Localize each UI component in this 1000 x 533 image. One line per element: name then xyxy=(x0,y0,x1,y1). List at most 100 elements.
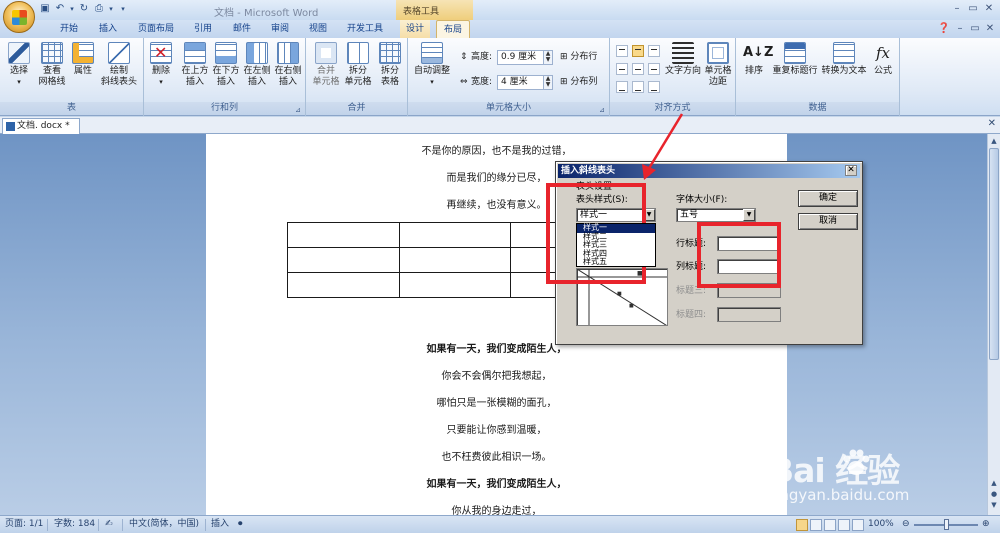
zoom-slider-thumb[interactable] xyxy=(944,519,949,530)
scroll-up-icon[interactable]: ▲ xyxy=(989,136,999,146)
browse-object-icon[interactable]: ● xyxy=(989,489,999,499)
font-size-combo[interactable]: 五号 ▼ xyxy=(676,208,756,222)
close-document-icon[interactable]: ✕ xyxy=(988,118,996,129)
title4-input[interactable] xyxy=(717,307,781,322)
table-cell[interactable] xyxy=(398,272,512,298)
width-spinner[interactable]: 4 厘米 ▲ ▼ xyxy=(497,75,553,90)
full-screen-reading-icon[interactable] xyxy=(810,519,822,531)
insert-right-button[interactable]: 在右侧 插入 xyxy=(273,42,303,88)
insert-below-button[interactable]: 在下方 插入 xyxy=(211,42,241,88)
properties-button[interactable]: 属性 xyxy=(70,42,96,77)
formula-button[interactable]: fx 公式 xyxy=(870,42,896,77)
table-cell[interactable] xyxy=(287,247,400,273)
tab-design[interactable]: 设计 xyxy=(400,20,430,38)
table-cell[interactable] xyxy=(398,247,512,273)
print-preview-dropdown-icon[interactable]: ▾ xyxy=(105,3,117,15)
dropdown-arrow-icon[interactable]: ▼ xyxy=(743,209,755,221)
text-line: 不是你的原因，也不是我的过错， xyxy=(421,146,572,157)
tab-references[interactable]: 引用 xyxy=(189,20,217,38)
insert-mode[interactable]: 插入 xyxy=(211,516,229,533)
macro-record-icon[interactable]: ⏺ xyxy=(238,516,243,533)
office-button[interactable] xyxy=(3,1,35,33)
ok-button[interactable]: 确定 xyxy=(798,190,858,207)
redo-icon[interactable]: ↻ xyxy=(78,3,90,15)
merge-cells-button[interactable]: 合并 单元格 xyxy=(310,42,342,88)
spinner-arrows-icon[interactable]: ▲ ▼ xyxy=(543,76,552,89)
convert-to-text-button[interactable]: 转换为文本 xyxy=(820,42,868,77)
height-label: 高度: xyxy=(471,52,493,62)
cancel-button[interactable]: 取消 xyxy=(798,213,858,230)
proofing-icon[interactable]: ✍ xyxy=(105,516,113,533)
spinner-arrows-icon[interactable]: ▲ ▼ xyxy=(543,51,552,64)
insert-left-button[interactable]: 在左侧 插入 xyxy=(242,42,272,88)
dialog-close-icon[interactable]: ✕ xyxy=(845,165,857,176)
table-cell[interactable] xyxy=(287,222,400,248)
align-middle-center-icon[interactable] xyxy=(632,63,644,75)
align-top-center-icon[interactable] xyxy=(632,45,644,57)
table-cell[interactable] xyxy=(287,272,400,298)
close-icon[interactable]: ✕ xyxy=(982,2,996,16)
sort-button[interactable]: A↓Z 排序 xyxy=(740,42,773,77)
print-layout-view-icon[interactable] xyxy=(796,519,808,531)
zoom-level[interactable]: 100% xyxy=(868,516,894,533)
minimize-icon[interactable]: – xyxy=(950,2,964,16)
previous-page-icon[interactable]: ▲ xyxy=(989,478,999,488)
outline-view-icon[interactable] xyxy=(838,519,850,531)
zoom-out-icon[interactable]: ⊖ xyxy=(902,516,910,533)
align-top-right-icon[interactable] xyxy=(648,45,660,57)
table-cell[interactable] xyxy=(398,222,512,248)
draw-diagonal-header-button[interactable]: 绘制 斜线表头 xyxy=(98,42,140,88)
web-layout-icon[interactable] xyxy=(824,519,836,531)
doc-close-icon[interactable]: ✕ xyxy=(983,22,997,36)
draft-view-icon[interactable] xyxy=(852,519,864,531)
dropdown-arrow-icon: ▾ xyxy=(17,78,21,86)
align-bottom-left-icon[interactable] xyxy=(616,81,628,93)
height-spinner[interactable]: 0.9 厘米 ▲ ▼ xyxy=(497,50,553,65)
select-button[interactable]: 选择 ▾ xyxy=(6,42,32,88)
insert-above-button[interactable]: 在上方 插入 xyxy=(180,42,210,88)
align-middle-left-icon[interactable] xyxy=(616,63,628,75)
language-indicator[interactable]: 中文(简体，中国) xyxy=(129,516,199,533)
distribute-columns-button[interactable]: ⊞ 分布列 xyxy=(560,75,597,89)
doc-minimize-icon[interactable]: – xyxy=(953,22,967,36)
zoom-in-icon[interactable]: ⊕ xyxy=(982,516,990,533)
delete-button[interactable]: 删除 ▾ xyxy=(148,42,174,88)
page-indicator[interactable]: 页面: 1/1 xyxy=(5,516,43,533)
repeat-header-rows-button[interactable]: 重复标题行 xyxy=(770,42,820,77)
split-table-button[interactable]: 拆分 表格 xyxy=(375,42,405,88)
tab-page-layout[interactable]: 页面布局 xyxy=(134,20,178,38)
help-icon[interactable]: ❓ xyxy=(937,22,951,36)
split-cells-button[interactable]: 拆分 单元格 xyxy=(342,42,374,88)
dialog-launcher-icon[interactable]: ⊿ xyxy=(295,106,303,114)
tab-developer[interactable]: 开发工具 xyxy=(342,20,388,38)
view-gridlines-button[interactable]: 查看 网格线 xyxy=(36,42,68,88)
tab-mailings[interactable]: 邮件 xyxy=(228,20,256,38)
document-tab[interactable]: 文档. docx * xyxy=(2,118,80,134)
dialog-launcher-icon[interactable]: ⊿ xyxy=(599,106,607,114)
align-middle-right-icon[interactable] xyxy=(648,63,660,75)
customize-qat-icon[interactable]: ▾ xyxy=(117,3,129,15)
text-direction-button[interactable]: 文字方向 xyxy=(664,42,702,77)
vertical-scrollbar[interactable]: ▲ ▲ ● ▼ xyxy=(987,134,1000,515)
autofit-button[interactable]: 自动调整 ▾ xyxy=(412,42,452,88)
print-preview-icon[interactable]: ⎙ xyxy=(93,3,105,15)
align-bottom-center-icon[interactable] xyxy=(632,81,644,93)
doc-restore-icon[interactable]: ▭ xyxy=(968,22,982,36)
tab-home[interactable]: 开始 xyxy=(55,20,83,38)
align-bottom-right-icon[interactable] xyxy=(648,81,660,93)
save-icon[interactable]: ▣ xyxy=(39,3,51,15)
scrollbar-thumb[interactable] xyxy=(989,148,999,360)
tab-insert[interactable]: 插入 xyxy=(94,20,122,38)
cell-margins-button[interactable]: 单元格 边距 xyxy=(702,42,734,88)
maximize-icon[interactable]: ▭ xyxy=(966,2,980,16)
distribute-rows-button[interactable]: ⊞ 分布行 xyxy=(560,50,597,64)
word-count[interactable]: 字数: 184 xyxy=(54,516,95,533)
tab-review[interactable]: 审阅 xyxy=(266,20,294,38)
tab-view[interactable]: 视图 xyxy=(304,20,332,38)
undo-dropdown-icon[interactable]: ▾ xyxy=(66,3,78,15)
align-top-left-icon[interactable] xyxy=(616,45,628,57)
next-page-icon[interactable]: ▼ xyxy=(989,500,999,510)
tab-layout[interactable]: 布局 xyxy=(436,20,470,38)
undo-icon[interactable]: ↶ xyxy=(54,3,66,15)
style-option[interactable]: 样式五 xyxy=(577,257,655,267)
